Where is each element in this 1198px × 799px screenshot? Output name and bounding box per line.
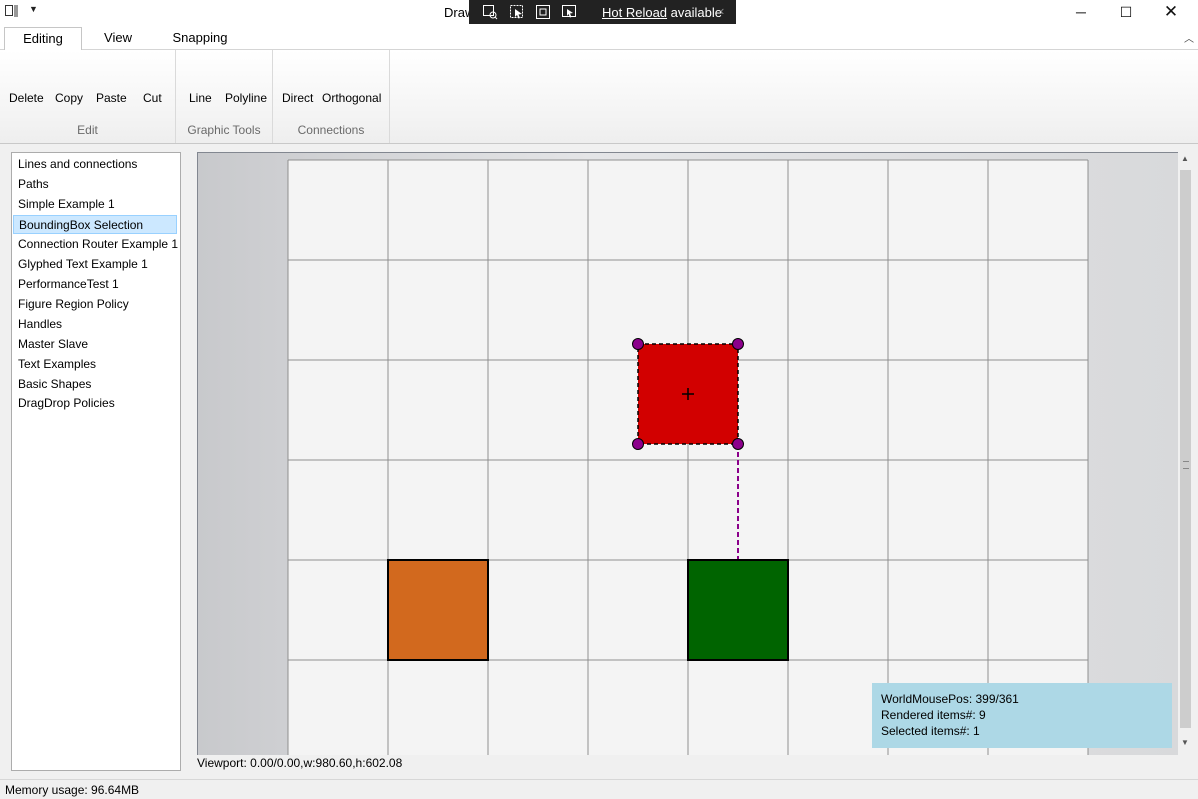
drawing-canvas[interactable] [197, 152, 1178, 755]
line-button[interactable]: Line [189, 91, 212, 105]
list-item-connection-router-example-1[interactable]: Connection Router Example 1 [13, 235, 178, 254]
list-item-performancetest-1[interactable]: PerformanceTest 1 [13, 275, 177, 294]
tab-view[interactable]: View [92, 27, 144, 49]
display-layout-icon[interactable] [535, 4, 551, 20]
resize-handle-top-left[interactable] [632, 338, 644, 350]
polyline-button[interactable]: Polyline [225, 91, 267, 105]
app-icon[interactable] [5, 5, 19, 17]
collapse-ribbon-icon[interactable]: ︿ [1184, 30, 1194, 45]
list-item-simple-example-1[interactable]: Simple Example 1 [13, 195, 177, 214]
copy-button[interactable]: Copy [55, 91, 83, 105]
hot-reload-availability: available [670, 5, 722, 20]
maximize-button[interactable]: ☐ [1103, 0, 1149, 24]
paste-button[interactable]: Paste [96, 91, 127, 105]
resize-handle-bottom-right[interactable] [732, 438, 744, 450]
selected-items-count: Selected items#: 1 [881, 724, 980, 738]
collapse-toolbar-icon[interactable]: ‹ [720, 3, 724, 18]
list-item-handles[interactable]: Handles [13, 315, 177, 334]
scrollbar-grip-icon [1183, 461, 1189, 469]
status-bar: Memory usage: 96.64MB [0, 779, 1198, 799]
hot-reload-status: Hot Reload available [602, 5, 722, 20]
rendered-items-count: Rendered items#: 9 [881, 708, 986, 722]
direct-button[interactable]: Direct [282, 91, 313, 105]
resize-handle-top-right[interactable] [732, 338, 744, 350]
minimize-button[interactable]: ─ [1058, 0, 1104, 24]
ribbon-tab-bar: Editing View Snapping ︿ [0, 24, 1198, 51]
viewport-info: Viewport: 0.00/0.00,w:980.60,h:602.08 [197, 756, 403, 770]
scroll-down-icon[interactable]: ▼ [1181, 738, 1189, 747]
scrollbar-thumb[interactable] [1180, 170, 1191, 728]
track-focus-icon[interactable] [561, 4, 577, 20]
vertical-scrollbar[interactable]: ▲ ▼ [1179, 152, 1193, 754]
delete-button[interactable]: Delete [9, 91, 44, 105]
ribbon-panel: Delete Copy Paste Cut Edit Line Polyline… [0, 50, 1198, 144]
list-item-master-slave[interactable]: Master Slave [13, 335, 177, 354]
list-item-glyphed-text-example-1[interactable]: Glyphed Text Example 1 [13, 255, 177, 274]
list-item-figure-region-policy[interactable]: Figure Region Policy [13, 295, 177, 314]
world-mouse-pos: WorldMousePos: 399/361 [881, 692, 1019, 706]
list-item-lines-and-connections[interactable]: Lines and connections [13, 155, 177, 174]
list-item-dragdrop-policies[interactable]: DragDrop Policies [13, 394, 177, 413]
scroll-up-icon[interactable]: ▲ [1181, 154, 1189, 163]
inspect-tree-icon[interactable] [482, 4, 498, 20]
graphic-tools-group-label: Graphic Tools [187, 123, 261, 137]
edit-group-label: Edit [77, 123, 98, 137]
connections-group-label: Connections [297, 123, 365, 137]
select-element-icon[interactable] [509, 4, 525, 20]
edit-group: Delete Copy Paste Cut Edit [0, 50, 176, 143]
info-panel: WorldMousePos: 399/361 Rendered items#: … [872, 683, 1172, 748]
connections-group: Direct Orthogonal Connections [273, 50, 390, 143]
quick-access-dropdown-icon[interactable]: ▼ [29, 4, 38, 14]
example-list: Lines and connections Paths Simple Examp… [11, 152, 181, 771]
list-item-basic-shapes[interactable]: Basic Shapes [13, 375, 177, 394]
hot-reload-link[interactable]: Hot Reload [602, 5, 667, 20]
orthogonal-button[interactable]: Orthogonal [322, 91, 381, 105]
resize-handle-bottom-left[interactable] [632, 438, 644, 450]
list-item-text-examples[interactable]: Text Examples [13, 355, 177, 374]
graphic-tools-group: Line Polyline Graphic Tools [176, 50, 273, 143]
close-button[interactable]: ✕ [1148, 0, 1194, 24]
memory-usage: Memory usage: 96.64MB [5, 783, 140, 797]
list-item-boundingbox-selection[interactable]: BoundingBox Selection [13, 215, 177, 234]
tab-editing[interactable]: Editing [4, 27, 82, 51]
green-square[interactable] [687, 559, 789, 661]
list-item-paths[interactable]: Paths [13, 175, 177, 194]
orange-square[interactable] [387, 559, 489, 661]
tab-snapping[interactable]: Snapping [165, 27, 235, 49]
cut-button[interactable]: Cut [143, 91, 162, 105]
